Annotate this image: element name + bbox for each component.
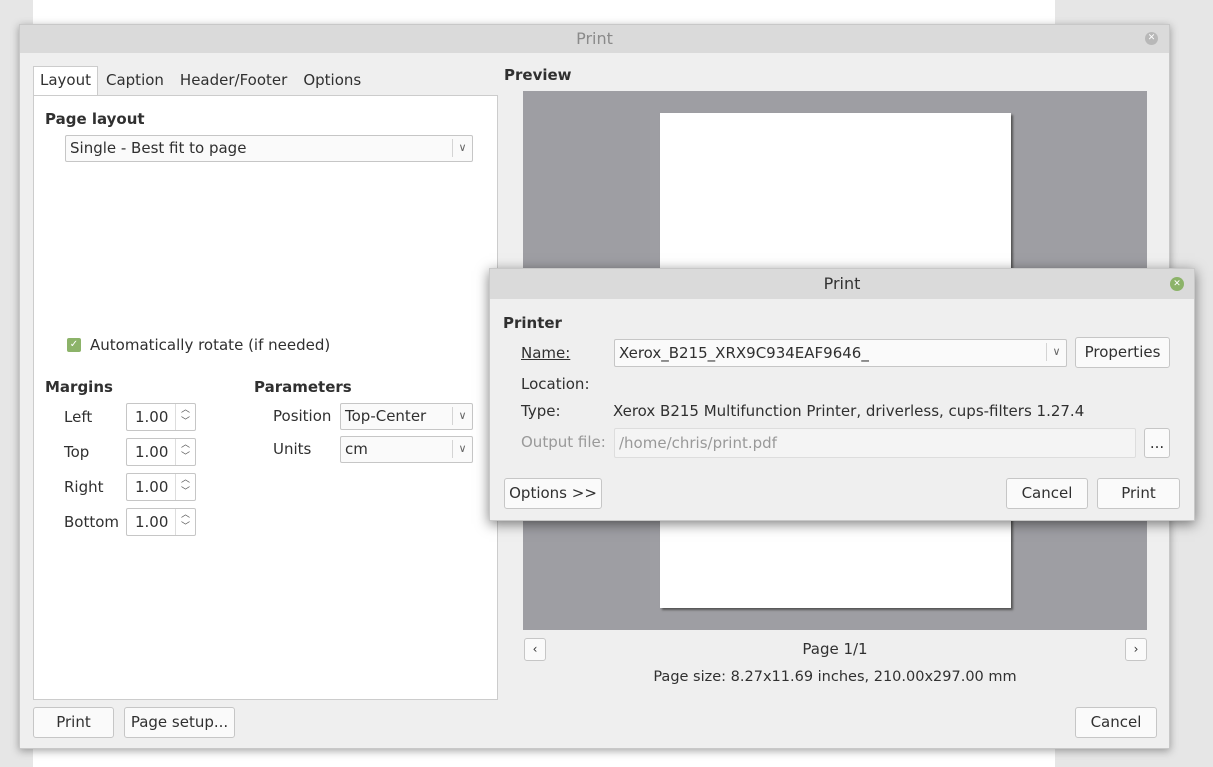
browse-button[interactable]: ... [1144, 428, 1170, 458]
spin-arrows-icon[interactable]: ︿ ﹀ [175, 509, 195, 535]
chevron-down-icon: ∨ [452, 407, 472, 425]
margin-top-spinbox[interactable]: 1.00 ︿ ﹀ [126, 438, 196, 466]
page-size-text: Page size: 8.27x11.69 inches, 210.00x297… [653, 669, 1017, 685]
tab-options[interactable]: Options [295, 66, 369, 96]
tab-layout[interactable]: Layout [33, 66, 98, 97]
output-file-input[interactable]: /home/chris/print.pdf [614, 428, 1136, 458]
cancel-button[interactable]: Cancel [1075, 707, 1157, 738]
tab-bar: Layout Caption Header/Footer Options [33, 66, 369, 97]
page-layout-heading: Page layout [45, 110, 145, 128]
margin-bottom-value: 1.00 [135, 513, 169, 531]
units-label: Units [273, 440, 312, 458]
tab-caption[interactable]: Caption [98, 66, 172, 96]
page-layout-select[interactable]: Single - Best fit to page ∨ [65, 135, 473, 162]
position-select[interactable]: Top-Center ∨ [340, 403, 473, 430]
margin-bottom-label: Bottom [64, 513, 120, 531]
margin-top-value: 1.00 [135, 443, 169, 461]
units-value: cm [345, 440, 368, 458]
margin-right-value: 1.00 [135, 478, 169, 496]
margin-left-value: 1.00 [135, 408, 169, 426]
output-file-value: /home/chris/print.pdf [619, 434, 777, 452]
margin-right-label: Right [64, 478, 104, 496]
printer-heading: Printer [503, 314, 562, 332]
margin-left-label: Left [64, 408, 93, 426]
title-bar: Print ✕ [20, 25, 1169, 53]
close-icon[interactable]: ✕ [1170, 277, 1184, 291]
units-select[interactable]: cm ∨ [340, 436, 473, 463]
printer-name-select[interactable]: Xerox_B215_XRX9C934EAF9646_ ∨ [614, 339, 1067, 367]
printer-dialog-title: Print [823, 274, 861, 293]
page-indicator: Page 1/1 [802, 640, 868, 658]
spin-arrows-icon[interactable]: ︿ ﹀ [175, 439, 195, 465]
parameters-heading: Parameters [254, 378, 352, 396]
name-label: Name: [521, 344, 571, 362]
page-setup-button[interactable]: Page setup... [124, 707, 235, 738]
location-label: Location: [521, 375, 590, 393]
spin-arrows-icon[interactable]: ︿ ﹀ [175, 404, 195, 430]
chevron-down-icon: ∨ [1046, 343, 1066, 361]
type-label: Type: [521, 402, 561, 420]
output-file-label: Output file: [521, 433, 606, 451]
printer-dialog: Print ✕ Printer Name: Xerox_B215_XRX9C93… [489, 268, 1195, 521]
close-icon[interactable]: ✕ [1145, 32, 1158, 45]
properties-button[interactable]: Properties [1075, 337, 1170, 368]
type-value: Xerox B215 Multifunction Printer, driver… [613, 402, 1085, 420]
printer-print-button[interactable]: Print [1097, 478, 1180, 509]
preview-heading: Preview [504, 66, 572, 84]
margins-heading: Margins [45, 378, 113, 396]
margin-right-spinbox[interactable]: 1.00 ︿ ﹀ [126, 473, 196, 501]
printer-name-value: Xerox_B215_XRX9C934EAF9646_ [619, 344, 869, 362]
auto-rotate-checkbox[interactable]: ✓ Automatically rotate (if needed) [67, 336, 330, 354]
spin-arrows-icon[interactable]: ︿ ﹀ [175, 474, 195, 500]
checkbox-checked-icon: ✓ [67, 338, 81, 352]
margin-top-label: Top [64, 443, 90, 461]
dialog-title: Print [576, 29, 613, 48]
printer-title-bar: Print ✕ [490, 269, 1194, 299]
chevron-down-icon: ∨ [452, 440, 472, 458]
auto-rotate-label: Automatically rotate (if needed) [90, 336, 331, 354]
chevron-down-icon: ∨ [452, 139, 472, 157]
next-page-button[interactable]: › [1125, 638, 1147, 661]
page-layout-value: Single - Best fit to page [70, 139, 247, 157]
printer-cancel-button[interactable]: Cancel [1006, 478, 1088, 509]
margin-left-spinbox[interactable]: 1.00 ︿ ﹀ [126, 403, 196, 431]
position-label: Position [273, 407, 332, 425]
position-value: Top-Center [345, 407, 427, 425]
tab-header-footer[interactable]: Header/Footer [172, 66, 295, 96]
margin-bottom-spinbox[interactable]: 1.00 ︿ ﹀ [126, 508, 196, 536]
print-button[interactable]: Print [33, 707, 114, 738]
tab-panel: Page layout Single - Best fit to page ∨ ✓… [33, 95, 498, 700]
options-button[interactable]: Options >> [504, 478, 602, 509]
